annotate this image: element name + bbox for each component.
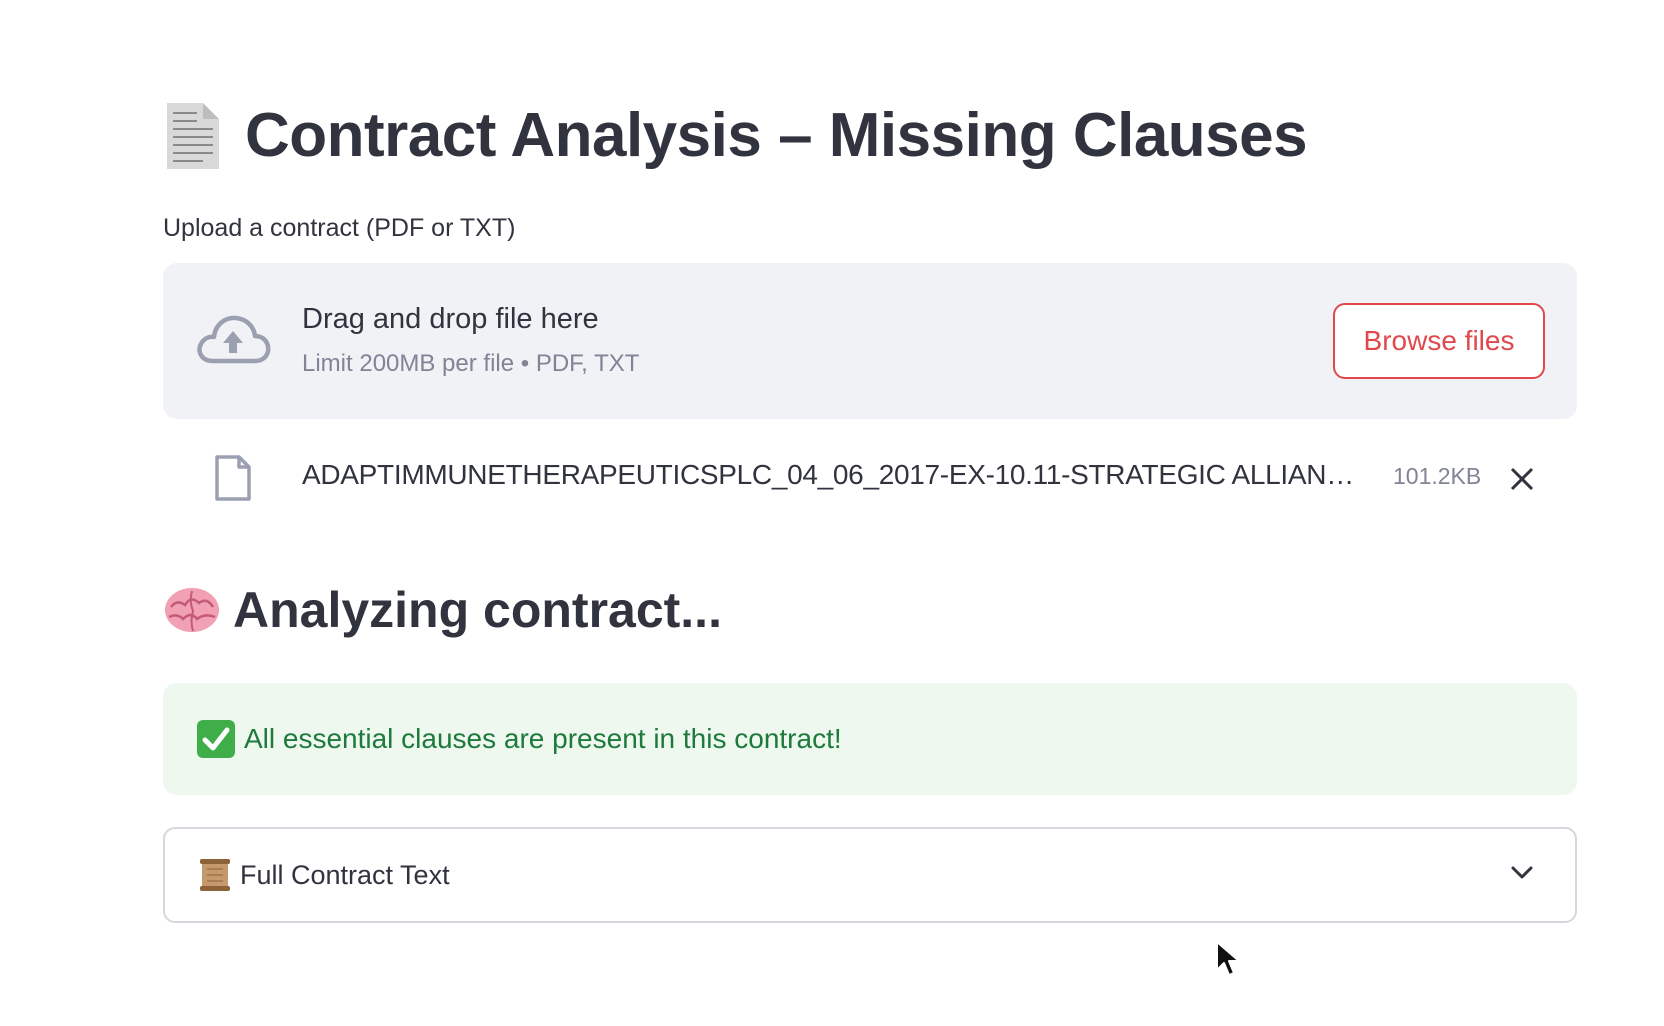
uploaded-file-row: ADAPTIMMUNETHERAPEUTICSPLC_04_06_2017-EX… (163, 435, 1577, 531)
close-icon[interactable] (1508, 465, 1536, 493)
page-header: Contract Analysis – Missing Clauses (163, 80, 1577, 190)
analysis-heading: Analyzing contract... (233, 582, 722, 638)
uploaded-file-size: 101.2KB (1393, 463, 1482, 489)
chevron-down-icon[interactable] (1509, 863, 1535, 883)
check-mark-icon (197, 720, 235, 758)
page-document-icon (167, 103, 219, 169)
upload-label: Upload a contract (PDF or TXT) (163, 214, 516, 242)
full-contract-expander[interactable]: Full Contract Text (163, 827, 1577, 923)
dropzone-instructions: Drag and drop file here Limit 200MB per … (302, 301, 639, 379)
uploaded-file-name: ADAPTIMMUNETHERAPEUTICSPLC_04_06_2017-EX… (302, 459, 1362, 490)
dropzone-title: Drag and drop file here (302, 303, 599, 335)
success-alert: All essential clauses are present in thi… (163, 683, 1577, 795)
browse-files-button[interactable]: Browse files (1333, 303, 1545, 379)
file-icon (215, 455, 251, 501)
main-content: Contract Analysis – Missing Clauses Uplo… (163, 80, 1577, 923)
brain-icon (165, 588, 219, 632)
success-message: All essential clauses are present in thi… (244, 723, 842, 754)
file-dropzone[interactable]: Drag and drop file here Limit 200MB per … (163, 263, 1577, 419)
dropzone-limit: Limit 200MB per file • PDF, TXT (302, 350, 640, 377)
mouse-cursor-icon (1216, 941, 1240, 976)
analysis-header: Analyzing contract... (163, 575, 1577, 645)
scroll-icon (200, 859, 230, 891)
cloud-upload-icon (197, 315, 271, 364)
page-title: Contract Analysis – Missing Clauses (245, 100, 1308, 170)
expander-label: Full Contract Text (240, 859, 450, 890)
